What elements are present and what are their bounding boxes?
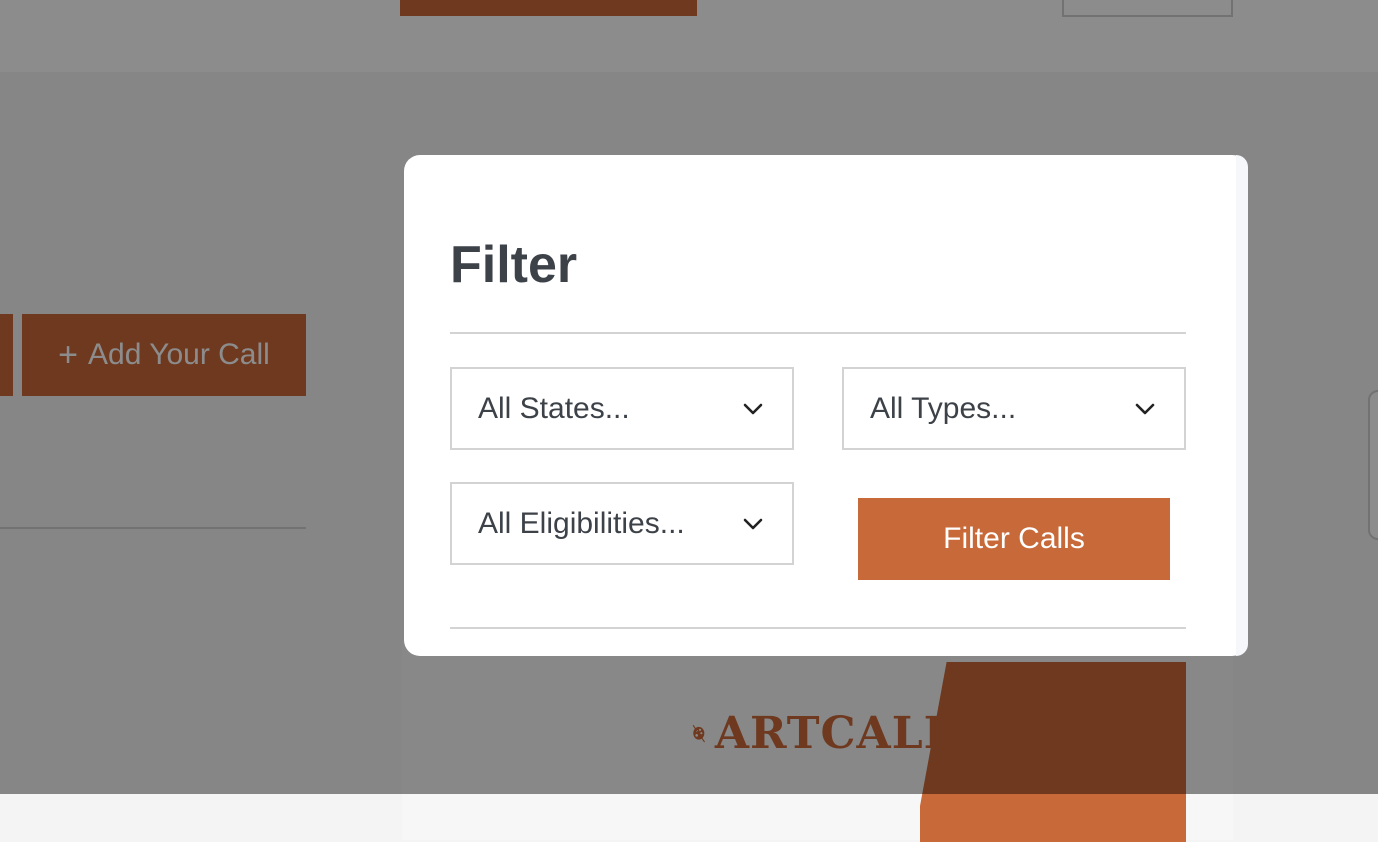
chevron-down-icon: [1132, 396, 1158, 422]
types-select-value: All Types...: [870, 391, 1017, 425]
modal-footer-divider: [450, 627, 1186, 629]
types-select[interactable]: All Types...: [842, 367, 1186, 450]
eligibilities-select-value: All Eligibilities...: [478, 506, 685, 540]
filter-calls-button[interactable]: Filter Calls: [858, 498, 1170, 580]
filter-modal: Filter All States... All Types... All El…: [404, 155, 1248, 656]
chevron-down-icon: [740, 511, 766, 537]
modal-scrollbar-track[interactable]: [1236, 155, 1248, 656]
chevron-down-icon: [740, 396, 766, 422]
modal-divider: [450, 332, 1186, 334]
states-select[interactable]: All States...: [450, 367, 794, 450]
eligibilities-select[interactable]: All Eligibilities...: [450, 482, 794, 565]
states-select-value: All States...: [478, 391, 630, 425]
modal-title: Filter: [450, 236, 578, 294]
